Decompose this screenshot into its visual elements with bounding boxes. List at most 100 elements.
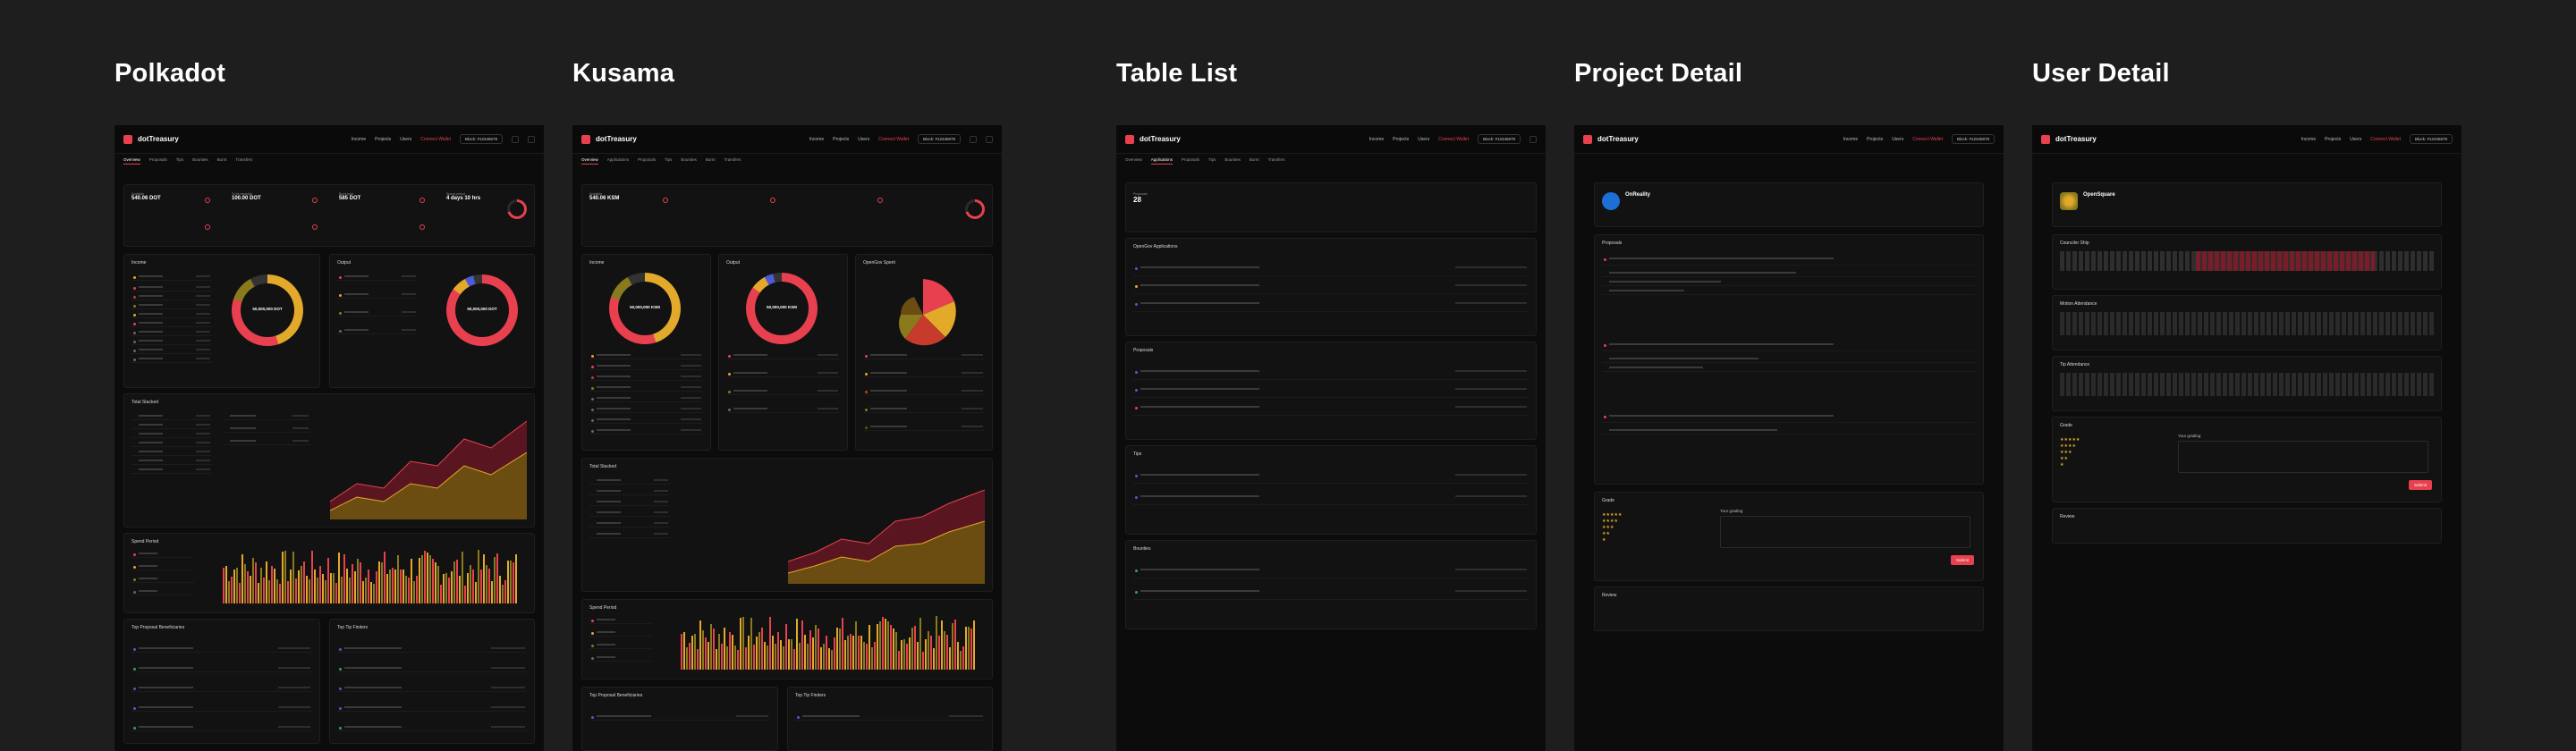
block-pill[interactable]: Block: #12345678	[1477, 134, 1521, 144]
nav-connect-wallet[interactable]: Connect Wallet	[878, 137, 909, 142]
nav-income[interactable]: Income	[1843, 137, 1858, 142]
nav-projects[interactable]: Projects	[375, 137, 391, 142]
proposal-item[interactable]	[1602, 342, 1976, 351]
available-icon	[663, 198, 668, 203]
table-row[interactable]	[1133, 494, 1529, 505]
spend-bar	[820, 646, 822, 670]
table-row[interactable]	[1133, 283, 1529, 294]
grade-textarea[interactable]	[1720, 516, 1970, 548]
income-donut: 50,000,000 DOT	[232, 274, 303, 346]
spend-bar	[325, 579, 326, 603]
block-pill[interactable]: Block: #12345678	[2409, 134, 2453, 144]
spend-bar	[421, 554, 423, 603]
spend-bar	[756, 637, 758, 670]
tab-transfers[interactable]: Transfers	[235, 157, 252, 165]
block-pill[interactable]: Block: #12345678	[1951, 134, 1995, 144]
table-row[interactable]	[1133, 387, 1529, 398]
chain-switch-icon[interactable]	[512, 135, 519, 143]
spend-bar	[255, 561, 257, 603]
tab-bounties[interactable]: Bounties	[681, 157, 697, 165]
nav-income[interactable]: Income	[1369, 137, 1384, 142]
bounties-card: Bounties	[1125, 540, 1537, 629]
chain-switch-icon[interactable]	[970, 135, 977, 143]
detail-row	[1602, 428, 1976, 435]
tab-overview[interactable]: Overview	[1125, 157, 1142, 165]
nav-users[interactable]: Users	[858, 137, 869, 142]
tab-proposals[interactable]: Proposals	[638, 157, 656, 165]
grade-textarea[interactable]	[2178, 441, 2428, 473]
nav-projects[interactable]: Projects	[2325, 137, 2341, 142]
spend-bar	[298, 570, 300, 603]
theme-toggle-icon[interactable]	[986, 135, 993, 143]
spend-bar	[724, 628, 725, 670]
tab-bounties[interactable]: Bounties	[192, 157, 208, 165]
nav-income[interactable]: Income	[2301, 137, 2316, 142]
list-item	[726, 353, 840, 359]
tab-tips[interactable]: Tips	[1208, 157, 1216, 165]
table-row[interactable]	[1133, 301, 1529, 312]
donut-value: 50,000,000 DOT	[467, 307, 497, 311]
nav-income[interactable]: Income	[809, 137, 824, 142]
polkadot-screen: dotTreasury Income Projects Users Connec…	[114, 125, 544, 751]
table-row[interactable]	[1133, 589, 1529, 600]
spend-bar	[268, 579, 270, 603]
kusama-screen: dotTreasury Income Projects Users Connec…	[572, 125, 1002, 751]
nav-users[interactable]: Users	[1418, 137, 1429, 142]
tab-overview[interactable]: Overview	[581, 157, 598, 165]
nav-connect-wallet[interactable]: Connect Wallet	[1912, 137, 1943, 142]
spend-bar	[386, 574, 388, 603]
spend-bar	[726, 646, 728, 670]
councilor-ship-card: Councilor Ship	[2052, 234, 2442, 290]
proposal-item[interactable]	[1602, 414, 1976, 423]
spend-bar	[742, 617, 744, 670]
table-row[interactable]	[1133, 369, 1529, 380]
spend-bar	[809, 629, 811, 670]
proposal-item[interactable]	[1602, 257, 1976, 266]
chain-switch-icon[interactable]	[1530, 135, 1537, 143]
nav-income[interactable]: Income	[352, 137, 366, 142]
tab-transfers[interactable]: Transfers	[724, 157, 741, 165]
tab-burnt[interactable]: Burnt	[217, 157, 227, 165]
tab-proposals[interactable]: Proposals	[149, 157, 167, 165]
nav-users[interactable]: Users	[400, 137, 411, 142]
spend-period-card: Spend Period	[581, 599, 993, 679]
tab-applications[interactable]: Applications	[1150, 157, 1174, 165]
logo-text: dotTreasury	[2055, 135, 2097, 143]
table-row[interactable]	[1133, 405, 1529, 416]
block-pill[interactable]: Block: #12345678	[917, 134, 961, 144]
tab-tips[interactable]: Tips	[665, 157, 672, 165]
tab-proposals[interactable]: Proposals	[1182, 157, 1199, 165]
spend-bar	[427, 552, 428, 603]
tab-bounties[interactable]: Bounties	[1224, 157, 1241, 165]
nav-users[interactable]: Users	[2350, 137, 2361, 142]
nav-users[interactable]: Users	[1892, 137, 1903, 142]
table-row[interactable]	[1133, 568, 1529, 578]
table-row	[589, 714, 770, 721]
submit-button[interactable]: Submit	[1950, 555, 1974, 565]
nav-connect-wallet[interactable]: Connect Wallet	[2370, 137, 2401, 142]
spend-bar	[761, 628, 763, 670]
spend-bar	[448, 578, 450, 603]
nav-projects[interactable]: Projects	[1393, 137, 1409, 142]
nav-projects[interactable]: Projects	[1867, 137, 1883, 142]
tab-overview[interactable]: Overview	[123, 157, 140, 165]
nav-connect-wallet[interactable]: Connect Wallet	[420, 137, 451, 142]
tab-burnt[interactable]: Burnt	[706, 157, 716, 165]
tab-applications[interactable]: Applications	[607, 157, 629, 165]
nav-connect-wallet[interactable]: Connect Wallet	[1438, 137, 1469, 142]
block-pill[interactable]: Block: #12345678	[459, 134, 503, 144]
submit-button[interactable]: Submit	[2408, 480, 2432, 490]
table-row[interactable]	[1133, 473, 1529, 484]
tab-transfers[interactable]: Transfers	[1268, 157, 1285, 165]
table-row[interactable]	[1133, 266, 1529, 276]
card-title: Output	[337, 260, 352, 266]
spend-bar	[513, 561, 514, 603]
theme-toggle-icon[interactable]	[528, 135, 535, 143]
nav-projects[interactable]: Projects	[833, 137, 849, 142]
tab-tips[interactable]: Tips	[176, 157, 183, 165]
panel-title-table-list: Table List	[1116, 59, 1238, 88]
spend-bar	[507, 560, 509, 603]
motion-attendance-card: Motion Attendance	[2052, 295, 2442, 350]
spend-bar	[764, 641, 766, 670]
tab-burnt[interactable]: Burnt	[1250, 157, 1259, 165]
